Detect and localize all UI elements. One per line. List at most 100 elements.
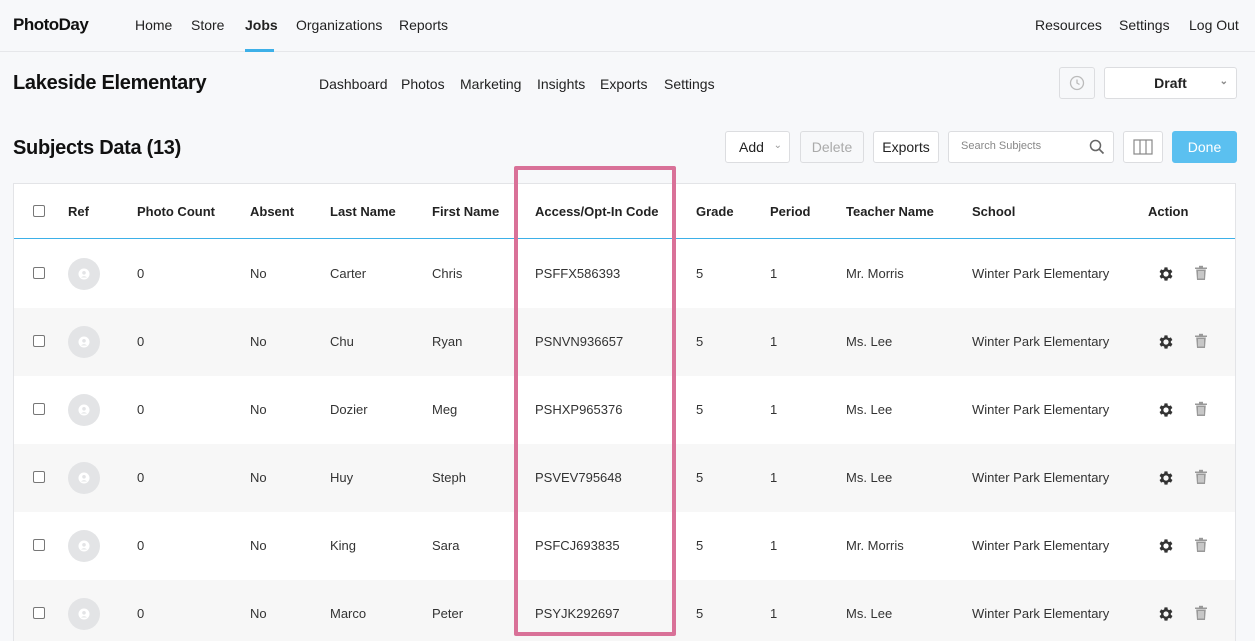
nav-store[interactable]: Store [191,17,224,33]
user-placeholder-icon [78,608,90,620]
school-cell: Winter Park Elementary [972,334,1110,349]
subjects-table: Ref Photo Count Absent Last Name First N… [13,183,1236,641]
history-icon [1069,75,1085,91]
header-absent[interactable]: Absent [250,204,294,219]
nav-logout[interactable]: Log Out [1189,17,1239,33]
exports-button[interactable]: Exports [873,131,939,163]
gear-icon[interactable] [1157,537,1175,560]
gear-icon[interactable] [1157,401,1175,424]
table-header: Ref Photo Count Absent Last Name First N… [14,184,1235,239]
photoday-logo[interactable]: PhotoDay [13,15,89,35]
absent-cell: No [250,606,267,621]
absent-cell: No [250,470,267,485]
search-subjects [948,131,1114,163]
avatar [68,462,100,494]
photo-count-cell: 0 [137,538,145,553]
period-cell: 1 [770,470,778,485]
search-input[interactable] [961,140,1086,152]
row-checkbox[interactable] [33,607,45,619]
last-name-cell: King [330,538,357,553]
subnav-settings[interactable]: Settings [664,76,715,92]
table-row: 0 No Marco Peter PSYJK292697 5 1 Ms. Lee Winter … [14,580,1235,641]
gear-icon[interactable] [1157,265,1175,288]
first-name-cell: Peter [432,606,464,621]
subnav-photos[interactable]: Photos [401,76,445,92]
photo-count-cell: 0 [137,606,145,621]
grade-cell: 5 [696,470,704,485]
nav-settings[interactable]: Settings [1119,17,1170,33]
nav-reports[interactable]: Reports [399,17,448,33]
period-cell: 1 [770,266,778,281]
table-row: 0 No Huy Steph PSVEV795648 5 1 Ms. Lee Winter Pa… [14,444,1235,512]
teacher-name-cell: Ms. Lee [846,606,893,621]
trash-icon[interactable] [1194,333,1208,354]
teacher-name-cell: Mr. Morris [846,538,904,553]
subnav-exports[interactable]: Exports [600,76,647,92]
row-checkbox[interactable] [33,471,45,483]
gear-icon[interactable] [1157,333,1175,356]
school-cell: Winter Park Elementary [972,538,1110,553]
active-nav-indicator [245,49,274,52]
table-row: 0 No King Sara PSFCJ693835 5 1 Mr. Morris Winter… [14,512,1235,580]
trash-icon[interactable] [1194,537,1208,558]
header-action: Action [1148,204,1189,219]
select-all-checkbox[interactable] [33,205,45,217]
add-label: Add [739,139,764,155]
header-access-code[interactable]: Access/Opt-In Code [535,204,659,219]
columns-button[interactable] [1123,131,1163,163]
last-name-cell: Marco [330,606,367,621]
delete-button[interactable]: Delete [800,131,864,163]
header-last-name[interactable]: Last Name [330,204,396,219]
header-photo-count[interactable]: Photo Count [137,204,215,219]
header-ref[interactable]: Ref [68,204,89,219]
nav-organizations[interactable]: Organizations [296,17,382,33]
first-name-cell: Chris [432,266,463,281]
first-name-cell: Sara [432,538,460,553]
header-grade[interactable]: Grade [696,204,734,219]
add-button[interactable]: Add ⌄ [725,131,790,163]
nav-home[interactable]: Home [135,17,172,33]
subnav-dashboard[interactable]: Dashboard [319,76,388,92]
history-button[interactable] [1059,67,1095,99]
first-name-cell: Ryan [432,334,463,349]
row-checkbox[interactable] [33,335,45,347]
header-school[interactable]: School [972,204,1015,219]
photo-count-cell: 0 [137,334,145,349]
trash-icon[interactable] [1194,265,1208,286]
job-status-select[interactable]: Draft ⌄ [1104,67,1237,99]
chevron-down-icon: ⌄ [1219,76,1228,87]
period-cell: 1 [770,334,778,349]
gear-icon[interactable] [1157,605,1175,628]
absent-cell: No [250,334,267,349]
avatar [68,326,100,358]
header-period[interactable]: Period [770,204,810,219]
header-teacher-name[interactable]: Teacher Name [846,204,934,219]
nav-jobs[interactable]: Jobs [245,17,278,33]
row-checkbox[interactable] [33,267,45,279]
trash-icon[interactable] [1194,401,1208,422]
trash-icon[interactable] [1194,605,1208,626]
grade-cell: 5 [696,538,704,553]
columns-icon [1133,139,1153,155]
row-checkbox[interactable] [33,539,45,551]
user-placeholder-icon [78,540,90,552]
header-first-name[interactable]: First Name [432,204,499,219]
first-name-cell: Steph [432,470,466,485]
row-checkbox[interactable] [33,403,45,415]
access-code-cell: PSYJK292697 [535,606,620,621]
chevron-down-icon: ⌄ [773,140,782,151]
teacher-name-cell: Ms. Lee [846,470,893,485]
trash-icon[interactable] [1194,469,1208,490]
last-name-cell: Carter [330,266,367,281]
subnav-insights[interactable]: Insights [537,76,585,92]
search-icon[interactable] [1089,139,1105,155]
avatar [68,530,100,562]
nav-resources[interactable]: Resources [1035,17,1102,33]
subnav-marketing[interactable]: Marketing [460,76,521,92]
done-button[interactable]: Done [1172,131,1237,163]
gear-icon[interactable] [1157,469,1175,492]
period-cell: 1 [770,538,778,553]
school-cell: Winter Park Elementary [972,266,1110,281]
access-code-cell: PSFFX586393 [535,266,621,281]
teacher-name-cell: Mr. Morris [846,266,904,281]
